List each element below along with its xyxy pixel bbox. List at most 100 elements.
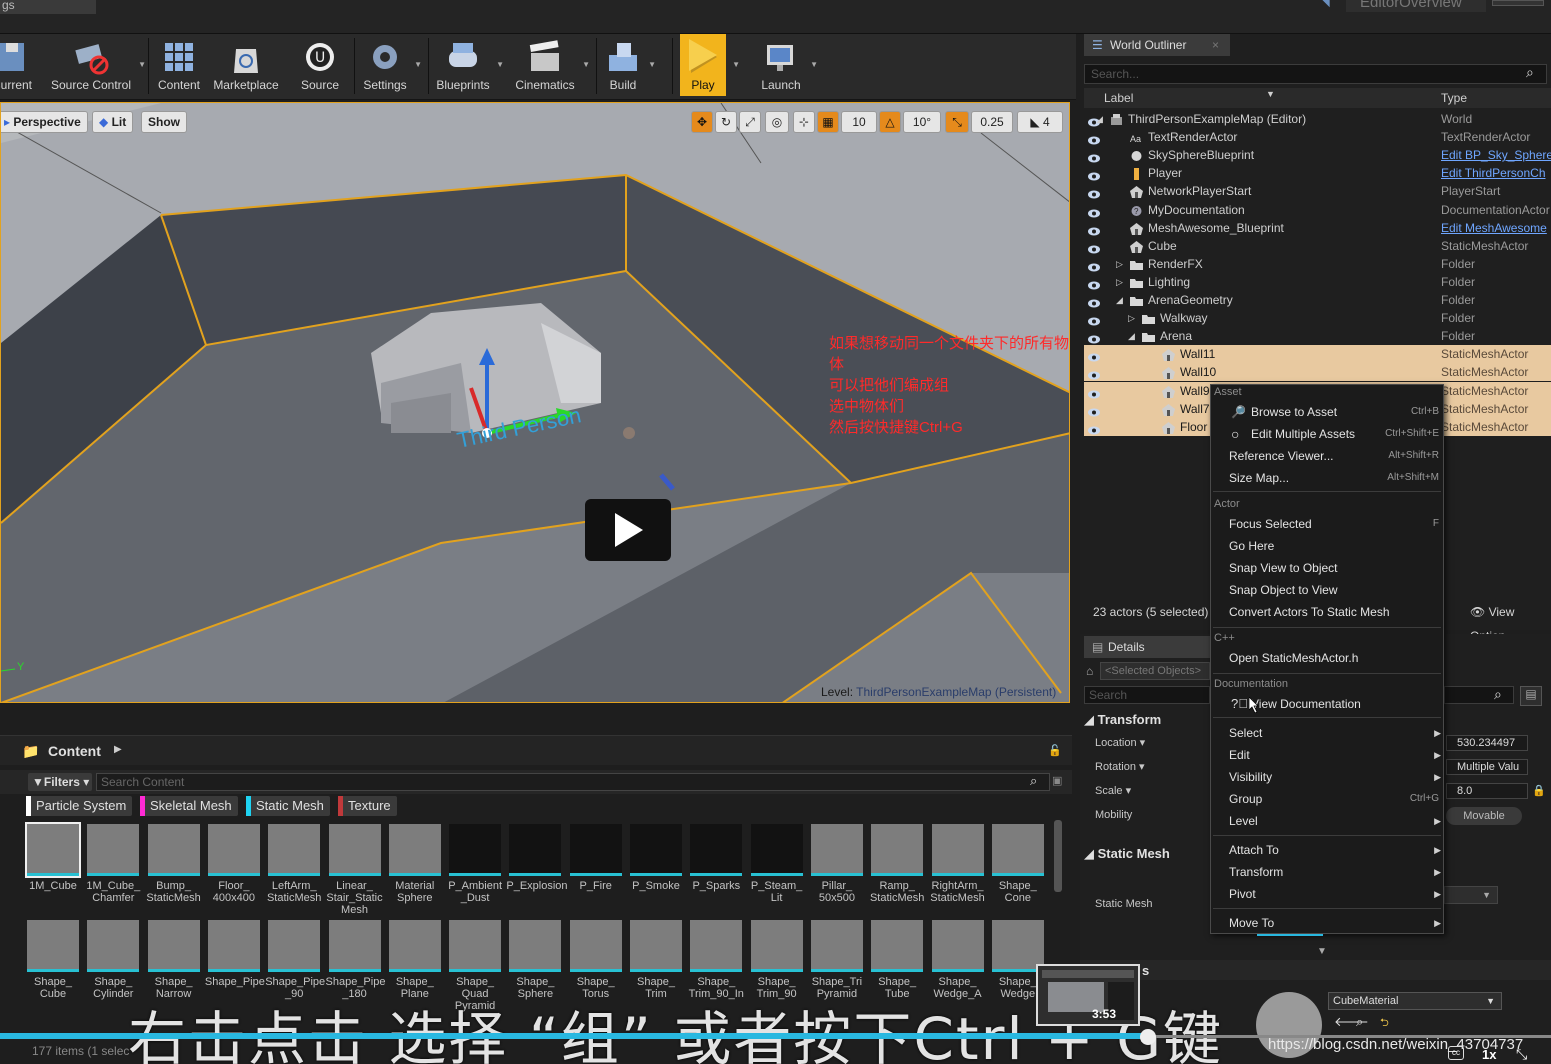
outliner-row[interactable]: ◢ Arena Folder [1084,327,1551,345]
eye-icon[interactable] [1088,295,1100,308]
asset-tile[interactable]: Shape_ Trim_90_In [687,920,745,1000]
expand-arrow-icon[interactable]: ◢ [1128,327,1135,345]
menu-transform[interactable]: Transform ▶ [1211,861,1443,883]
chevron-down-icon[interactable]: ▼ [138,60,146,69]
search-icon[interactable]: ⌕ [1030,773,1037,789]
video-progress-played[interactable] [0,1033,1148,1039]
lit-button[interactable]: ◆ Lit [92,111,134,133]
static-mesh-section[interactable]: ◢ Static Mesh [1084,846,1170,862]
asset-tile[interactable]: Shape_Pipe _90 [265,920,325,1000]
asset-tile[interactable]: P_Fire [567,824,625,892]
view-options-icon[interactable]: ▤ [1520,686,1542,706]
asset-tile[interactable]: Shape_ Cylinder [84,920,142,1000]
eye-icon[interactable] [1088,367,1100,380]
outliner-row[interactable]: ▷ RenderFX Folder [1084,255,1551,273]
chip-skeletal-mesh[interactable]: Skeletal Mesh [140,796,238,816]
reset-icon[interactable]: ⮌ [1380,1014,1389,1033]
chip-particle-system[interactable]: Particle System [26,796,133,816]
eye-icon[interactable] [1088,205,1100,217]
source-control-button[interactable]: Source Control ▼ [46,34,146,96]
details-search-input[interactable]: Search [1084,686,1210,704]
outliner-row[interactable]: Player Edit ThirdPersonCh [1084,164,1551,182]
video-play-button[interactable] [585,499,671,561]
menu-browse-to-asset[interactable]: 🔎 Browse to Asset Ctrl+B [1211,401,1443,423]
scale-label[interactable]: Scale ▾ [1095,784,1131,797]
chevron-down-icon[interactable]: ▼ [1317,946,1327,957]
launch-button[interactable]: Launch ▼ [754,34,818,96]
rotate-icon[interactable]: ↻ [715,111,737,133]
play-options-dropdown[interactable]: ▼ [730,34,740,96]
menu-convert-to-static-mesh[interactable]: Convert Actors To Static Mesh [1211,601,1443,623]
search-icon[interactable]: ⌕ [1526,64,1534,81]
menu-level[interactable]: Level ▶ [1211,810,1443,832]
eye-icon[interactable] [1088,132,1100,145]
playback-speed[interactable]: 1x [1482,1047,1496,1062]
asset-tile[interactable]: Shape_Pipe [205,920,265,988]
outliner-row[interactable]: ◢ ThirdPersonExampleMap (Editor) World [1084,110,1551,128]
asset-tile[interactable]: Linear_ Stair_Static Mesh [326,824,384,916]
outliner-type-link[interactable]: Edit BP_Sky_Sphere [1441,146,1551,164]
source-button[interactable]: U Source [292,34,348,96]
column-label[interactable]: Label [1104,88,1133,108]
lock-icon[interactable]: 🔓 [1048,744,1062,757]
menu-pivot[interactable]: Pivot ▶ [1211,883,1443,905]
save-current-button[interactable]: Current [0,34,38,96]
asset-tile[interactable]: Shape_ Plane [386,920,444,1000]
world-outliner-tab[interactable]: ☰ World Outliner × [1084,34,1230,56]
movable-toggle[interactable]: Movable [1446,807,1522,825]
eye-icon[interactable] [1088,259,1100,272]
asset-tile[interactable]: P_Steam_ Lit [748,824,806,904]
rotation-x-field[interactable]: Multiple Valu [1446,759,1528,775]
menu-select[interactable]: Select ▶ [1211,722,1443,744]
asset-tile[interactable]: Material Sphere [386,824,444,904]
eye-icon[interactable] [1088,313,1100,326]
grid-snap-icon[interactable]: ▦ [817,111,839,133]
scale-snap-icon[interactable]: ⤡ [945,111,969,133]
outliner-row[interactable]: NetworkPlayerStart PlayerStart [1084,182,1551,200]
editor-overview-tab[interactable]: EditorOverview [1346,0,1486,12]
outliner-row[interactable]: ▷ Walkway Folder [1084,309,1551,327]
build-button[interactable]: Build ▼ [600,34,656,96]
expand-arrow-icon[interactable]: ◢ [1096,110,1103,128]
rotation-label[interactable]: Rotation ▾ [1095,760,1145,773]
eye-icon[interactable] [1088,277,1100,290]
asset-tile[interactable]: Shape_ Narrow [145,920,203,1000]
chevron-down-icon[interactable]: ▼ [810,60,818,69]
asset-tile[interactable]: Shape_ Wedge_A [929,920,987,1000]
lock-icon[interactable]: 🔒 [1532,784,1546,797]
outliner-row[interactable]: Wall11 StaticMeshActor [1084,345,1551,364]
surface-snap-icon[interactable]: ⊹ [793,111,815,133]
eye-icon[interactable] [1088,404,1100,417]
asset-tile[interactable]: LeftArm_ StaticMesh [265,824,323,904]
asset-tile[interactable]: RightArm_ StaticMesh [929,824,987,904]
chevron-down-icon[interactable]: ▼ [582,60,590,69]
asset-tile[interactable]: Floor_ 400x400 [205,824,263,904]
asset-tile[interactable]: Shape_ Cube [24,920,82,1000]
outliner-row[interactable]: Cube StaticMeshActor [1084,237,1551,255]
location-label[interactable]: Location ▾ [1095,736,1145,749]
content-scrollbar[interactable] [1054,820,1062,892]
subtitles-icon[interactable]: cc [1448,1046,1464,1060]
outliner-search-input[interactable]: Search... [1084,64,1547,84]
arrow-left-icon[interactable]: 🡐 [1334,1014,1369,1030]
asset-tile[interactable]: P_Sparks [687,824,745,892]
menu-snap-view-to-object[interactable]: Snap View to Object [1211,557,1443,579]
settings-button[interactable]: Settings ▼ [358,34,422,96]
scale-snap-value[interactable]: 0.25 [971,111,1013,133]
menu-edit[interactable]: Edit ▶ [1211,744,1443,766]
blueprints-button[interactable]: Blueprints ▼ [432,34,504,96]
details-search-input-right[interactable] [1444,686,1514,704]
asset-tile[interactable]: 1M_Cube [24,822,82,892]
filters-button[interactable]: ▼Filters ▾ [28,773,92,791]
eye-icon[interactable] [1088,331,1100,344]
editor-tab[interactable]: gs [0,0,96,14]
eye-icon[interactable] [1088,150,1100,163]
outliner-type-link[interactable]: Edit ThirdPersonCh [1441,164,1551,182]
rotation-snap-value[interactable]: 10° [903,111,941,133]
bookmark-icon[interactable]: ◥ [1322,0,1338,10]
outliner-row[interactable]: ? MyDocumentation DocumentationActor [1084,201,1551,219]
chip-texture[interactable]: Texture [338,796,397,816]
menu-attach-to[interactable]: Attach To ▶ [1211,839,1443,861]
transform-section[interactable]: ◢ Transform [1084,712,1161,728]
save-search-icon[interactable]: ▣ [1052,774,1062,787]
